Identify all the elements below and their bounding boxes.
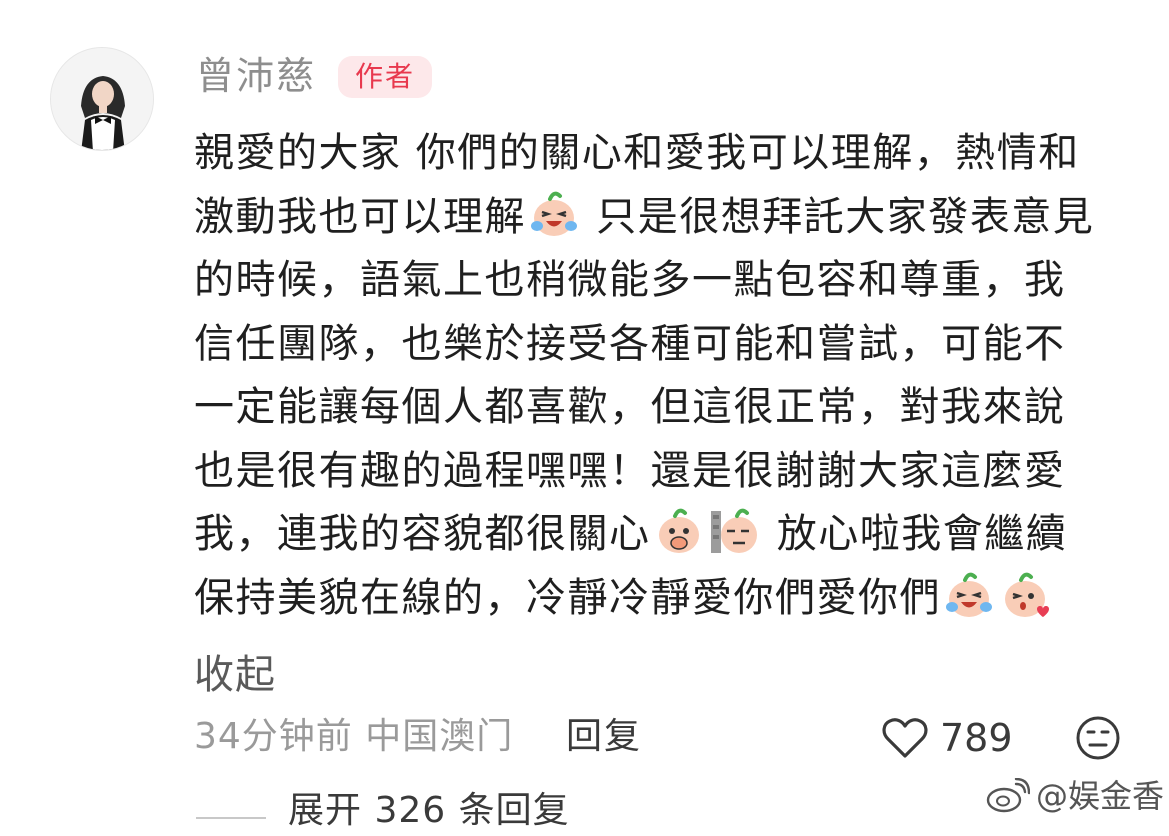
heart-outline-icon bbox=[882, 718, 928, 758]
comment-body: 親愛的大家 你們的關心和愛我可以理解，熱情和 激動我也可以理解 只是很想拜託大家發… bbox=[194, 122, 1124, 630]
comment-text: 的時候，語氣上也稍微能多一點包容和尊重，我 bbox=[194, 257, 1066, 303]
neutral-face-icon bbox=[1076, 716, 1120, 760]
expand-replies-button[interactable]: 展开 326 条回复 bbox=[288, 786, 570, 836]
author-badge: 作者 bbox=[338, 56, 432, 98]
like-button[interactable]: 789 bbox=[880, 710, 1013, 766]
comment-text: 也是很有趣的過程嘿嘿！還是很謝謝大家這麼愛 bbox=[194, 447, 1066, 494]
comment-meta: 34分钟前 中国澳门 bbox=[194, 716, 514, 757]
comment-line: 信任團隊，也樂於接受各種可能和嘗試，可能不 bbox=[194, 313, 1124, 377]
watermark: @娱金香 bbox=[986, 774, 1164, 818]
comment-text: 保持美貌在線的，冷靜冷靜愛你們愛你們 bbox=[194, 574, 941, 621]
peeking-emoji-icon bbox=[709, 505, 761, 557]
collapse-link[interactable]: 收起 bbox=[194, 644, 276, 707]
thinking-emoji-icon bbox=[653, 505, 705, 557]
avatar-photo bbox=[51, 48, 153, 150]
author-name[interactable]: 曾沛慈 bbox=[196, 52, 316, 100]
crying-laugh-emoji-icon bbox=[528, 188, 580, 240]
comment-text: 激動我也可以理解 bbox=[194, 193, 526, 240]
comment-line: 保持美貌在線的，冷靜冷靜愛你們愛你們 bbox=[194, 567, 1124, 631]
watermark-text: @娱金香 bbox=[1036, 777, 1165, 815]
author-avatar[interactable] bbox=[50, 47, 154, 151]
weibo-logo-icon bbox=[986, 778, 1030, 813]
expand-divider bbox=[196, 817, 266, 819]
comment-text: 只是很想拜託大家發表意見 bbox=[582, 193, 1095, 240]
crying-laugh-emoji-icon bbox=[943, 569, 995, 621]
comment-line: 一定能讓每個人都喜歡，但這很正常，對我來說 bbox=[194, 376, 1124, 440]
comment-text: 我，連我的容貌都很關心 bbox=[194, 511, 651, 557]
dislike-button[interactable] bbox=[1074, 714, 1122, 762]
like-count: 789 bbox=[940, 716, 1013, 760]
comment-line: 親愛的大家 你們的關心和愛我可以理解，熱情和 bbox=[194, 122, 1124, 186]
comment-line: 我，連我的容貌都很關心 放心啦我會繼續 bbox=[194, 503, 1124, 567]
reply-button[interactable]: 回复 bbox=[566, 712, 642, 762]
comment-text: 親愛的大家 你們的關心和愛我可以理解，熱情和 bbox=[194, 130, 1080, 176]
comment-text: 放心啦我會繼續 bbox=[762, 511, 1068, 557]
comment-line: 激動我也可以理解 只是很想拜託大家發表意見 bbox=[194, 186, 1124, 250]
comment-text: 一定能讓每個人都喜歡，但這很正常，對我來說 bbox=[194, 384, 1066, 430]
comment-text: 信任團隊，也樂於接受各種可能和嘗試，可能不 bbox=[194, 320, 1066, 367]
kiss-emoji-icon bbox=[999, 569, 1051, 621]
comment-line: 也是很有趣的過程嘿嘿！還是很謝謝大家這麼愛 bbox=[194, 440, 1124, 504]
comment-line: 的時候，語氣上也稍微能多一點包容和尊重，我 bbox=[194, 249, 1124, 313]
